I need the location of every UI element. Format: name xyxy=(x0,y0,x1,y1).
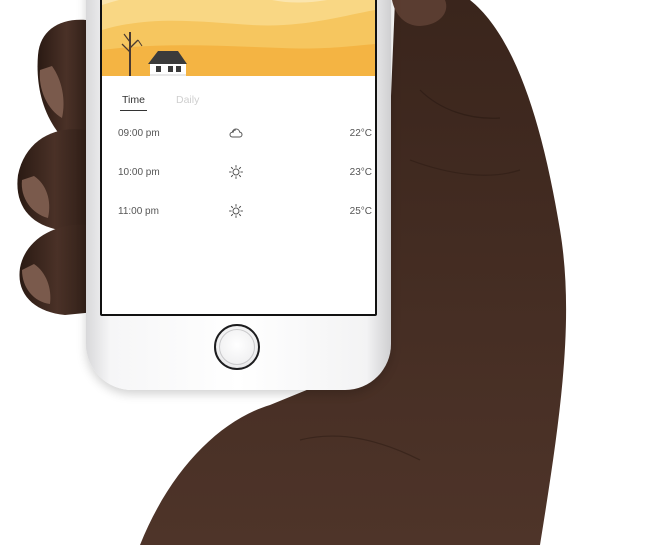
forecast-temp: 25°C xyxy=(349,206,372,217)
weather-hero-illustration xyxy=(102,0,375,76)
phone-body: Time Daily 09:00 pm 22°C 10:00 pm 23°C 1… xyxy=(86,0,391,390)
phone-screen-bezel: Time Daily 09:00 pm 22°C 10:00 pm 23°C 1… xyxy=(100,0,377,316)
forecast-time: 11:00 pm xyxy=(118,206,159,217)
sun-icon xyxy=(229,204,243,218)
sun-icon xyxy=(229,165,243,179)
home-button[interactable] xyxy=(214,324,260,370)
tab-daily[interactable]: Daily xyxy=(176,94,199,110)
forecast-time: 09:00 pm xyxy=(118,128,160,139)
forecast-row: 09:00 pm 22°C xyxy=(118,125,372,145)
forecast-temp: 23°C xyxy=(349,167,372,178)
app-screen: Time Daily 09:00 pm 22°C 10:00 pm 23°C 1… xyxy=(102,0,375,314)
cloud-icon xyxy=(229,128,243,138)
forecast-row: 11:00 pm 25°C xyxy=(118,203,372,223)
forecast-time: 10:00 pm xyxy=(118,167,160,178)
forecast-row: 10:00 pm 23°C xyxy=(118,164,372,184)
forecast-temp: 22°C xyxy=(349,128,372,139)
tab-time[interactable]: Time xyxy=(120,94,147,111)
